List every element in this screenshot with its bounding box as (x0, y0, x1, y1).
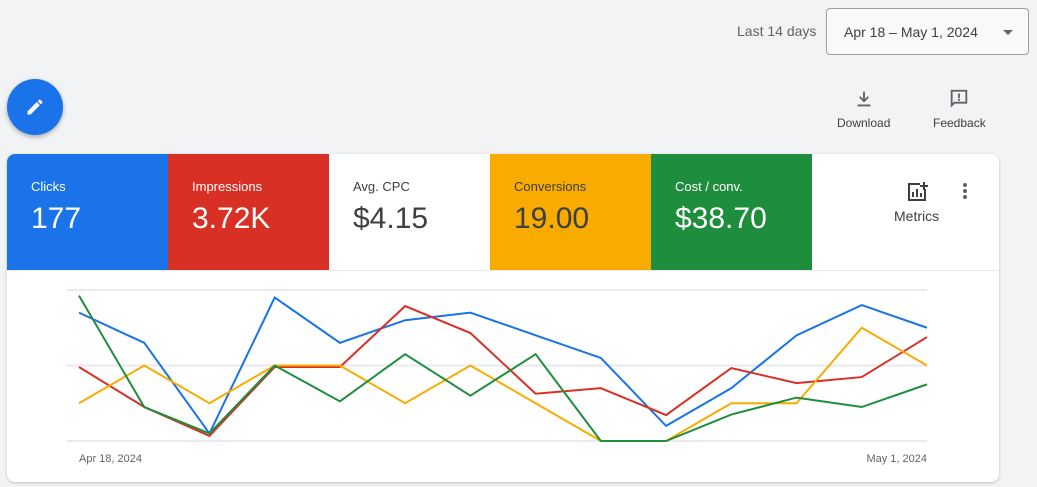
performance-card: Clicks 177 Impressions 3.72K Avg. CPC $4.15 Co… (7, 154, 999, 482)
feedback-button[interactable]: Feedback (933, 88, 986, 130)
feedback-icon (951, 89, 968, 108)
performance-chart: Apr 18, 2024 May 1, 2024 (67, 289, 928, 465)
feedback-label: Feedback (933, 116, 986, 130)
series-line-conversions (78, 326, 928, 442)
series-line-cost-conv- (78, 295, 928, 442)
pencil-icon (27, 99, 43, 115)
dropdown-caret-icon (1003, 30, 1013, 35)
series-line-impressions (78, 304, 928, 438)
date-range-select[interactable]: Apr 18 – May 1, 2024 (826, 8, 1029, 55)
x-tick-label: May 1, 2024 (866, 453, 927, 465)
download-button[interactable]: Download (837, 88, 890, 130)
edit-fab-button[interactable] (7, 79, 63, 135)
x-tick-label: Apr 18, 2024 (79, 453, 142, 465)
download-label: Download (837, 116, 891, 130)
date-range-value: Apr 18 – May 1, 2024 (844, 23, 978, 40)
date-range-label: Last 14 days (737, 23, 817, 39)
download-icon (857, 91, 871, 107)
